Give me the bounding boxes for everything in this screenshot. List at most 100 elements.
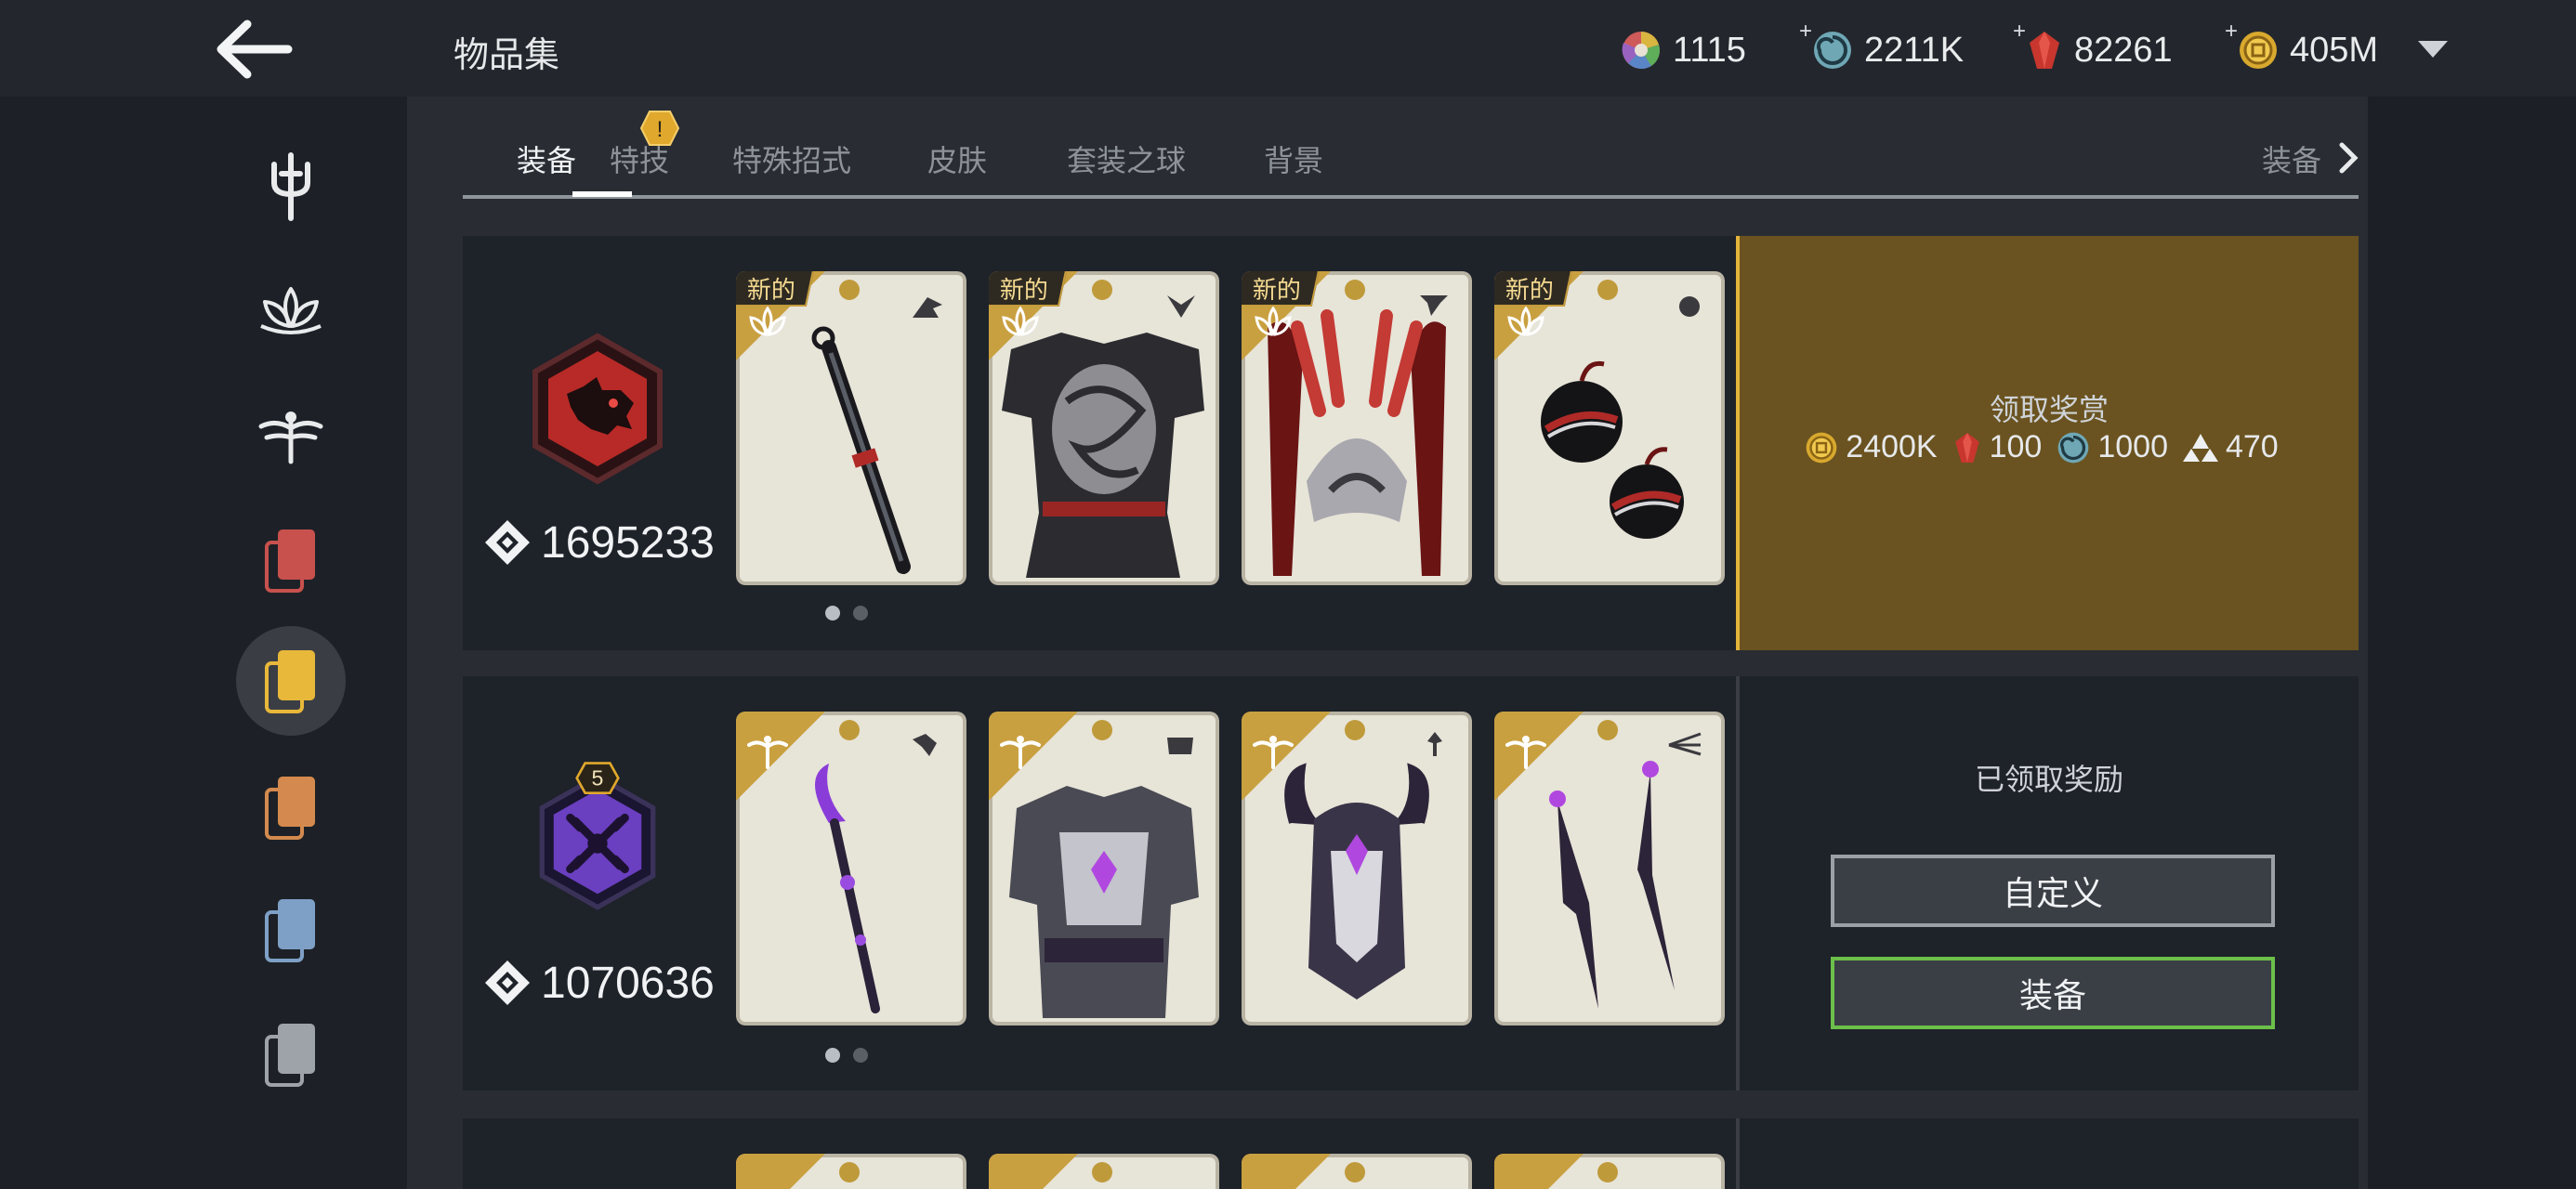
gold-coin-icon: [2240, 32, 2277, 69]
customize-button[interactable]: 自定义: [1831, 855, 2275, 927]
plus-icon[interactable]: +: [1799, 19, 1812, 45]
emblem-level: 5: [592, 766, 604, 790]
plus-icon[interactable]: +: [2225, 19, 2238, 45]
throwing-slot-icon: [1668, 732, 1702, 756]
dragonfly-icon: [1253, 736, 1294, 769]
currency-value: 405M: [2290, 30, 2379, 70]
sidebar-item-lotus[interactable]: [236, 256, 346, 366]
purple-crossed-emblem-icon: 5: [539, 762, 656, 910]
currency-value: 1115: [1673, 30, 1746, 70]
page-dot: [853, 1048, 868, 1063]
set-row-partial: [463, 1118, 2359, 1189]
top-bar: 物品集 1115 + 2211K + 82261 + 405M: [0, 0, 2576, 97]
red-gem-icon: [1954, 432, 1979, 463]
reward-orbs-value: 1000: [2097, 429, 2168, 464]
sidebar-item-yellow-cards[interactable]: [236, 626, 346, 736]
currency-gems[interactable]: + 82261: [2013, 19, 2173, 76]
triangle-shards-icon: [2182, 433, 2218, 462]
item-card-weapon[interactable]: [736, 712, 966, 1026]
bomb-slot-icon: [1679, 296, 1700, 317]
lotus-icon: [749, 307, 786, 336]
lotus-icon: [1255, 307, 1292, 336]
reward-list: 2400K 100 1000 470: [1740, 429, 2359, 465]
red-gem-icon: [2030, 32, 2059, 69]
tab-skins[interactable]: 皮肤: [927, 137, 987, 180]
item-card-chest-armor[interactable]: [989, 712, 1219, 1026]
sidebar-item-red-cards[interactable]: [236, 505, 346, 615]
tab-special-moves[interactable]: 特殊招式: [732, 137, 851, 180]
reward-gems-value: 100: [1989, 429, 2043, 464]
item-card-bombs[interactable]: 新的: [1494, 271, 1725, 585]
item-card-weapon[interactable]: 新的: [736, 271, 966, 585]
currency-colors: 1115: [1621, 24, 1746, 76]
power-diamond-icon: [485, 960, 530, 1005]
tab-backgrounds[interactable]: 背景: [1264, 137, 1323, 180]
item-card-helmet[interactable]: 新的: [1242, 271, 1472, 585]
item-card-helmet[interactable]: [1242, 712, 1472, 1026]
dragonfly-icon: [1000, 736, 1041, 769]
item-card-kunai[interactable]: [1494, 712, 1725, 1026]
sidebar-item-blue-cards[interactable]: [236, 875, 346, 985]
claim-reward-panel[interactable]: 领取奖赏 2400K 100 1000 470: [1736, 236, 2359, 650]
red-boar-emblem-icon: [532, 333, 663, 485]
item-card[interactable]: [1494, 1154, 1725, 1189]
item-card[interactable]: [989, 1154, 1219, 1189]
new-tag: 新的: [1242, 271, 1321, 307]
set-actions-panel: 已领取奖励 自定义 装备: [1736, 676, 2359, 1091]
red-cards-icon: [265, 529, 315, 593]
power-diamond-icon: [485, 520, 530, 565]
page-indicator: [825, 1048, 881, 1066]
page-dot-active: [825, 606, 840, 621]
weapon-slot-icon: [913, 297, 942, 318]
grey-cards-icon: [265, 1024, 315, 1087]
trident-icon: [271, 152, 310, 221]
reward-coins-value: 2400K: [1846, 429, 1938, 464]
helmet-slot-icon: [1420, 295, 1448, 316]
lotus-icon: [1507, 307, 1544, 336]
tab-skills[interactable]: 特技: [610, 137, 669, 180]
dragonfly-icon: [1505, 736, 1546, 769]
color-wheel-icon: [1622, 32, 1661, 70]
sidebar-item-dragonfly[interactable]: [236, 381, 346, 490]
reward-claimed-text: 已领取奖励: [1974, 763, 2123, 796]
currency-orbs[interactable]: + 2211K: [1799, 19, 1965, 76]
back-arrow-icon[interactable]: [210, 17, 294, 82]
currency-coins[interactable]: + 405M: [2225, 19, 2379, 76]
yellow-cards-icon: [265, 650, 315, 713]
chevron-right-icon[interactable]: [2334, 139, 2362, 176]
new-tag: 新的: [989, 271, 1068, 307]
tab-set-orbs[interactable]: 套装之球: [1067, 137, 1186, 180]
lotus-icon: [260, 287, 322, 334]
equip-button[interactable]: 装备: [1831, 957, 2275, 1029]
lotus-icon: [1002, 307, 1039, 336]
spiral-orb-icon: [2057, 432, 2089, 463]
set-row: 5 1070636 已领取奖励 自定义 装备: [463, 676, 2359, 1091]
claim-reward-title: 领取奖赏: [1989, 393, 2109, 426]
item-card[interactable]: [1242, 1154, 1472, 1189]
plus-icon[interactable]: +: [2013, 19, 2026, 45]
weapon-slot-icon: [913, 734, 937, 756]
chevron-down-icon[interactable]: [2414, 35, 2451, 63]
sidebar-item-orange-cards[interactable]: [236, 752, 346, 862]
item-card[interactable]: [736, 1154, 966, 1189]
blue-cards-icon: [265, 899, 315, 962]
power-score: 1070636: [483, 955, 715, 1011]
helmet-slot-icon: [1427, 732, 1442, 756]
orange-cards-icon: [265, 777, 315, 840]
new-tag: 新的: [736, 271, 815, 307]
new-tag: 新的: [1494, 271, 1573, 307]
spiral-orb-icon: [1814, 32, 1851, 69]
currency-value: 2211K: [1864, 30, 1965, 70]
reward-shards-value: 470: [2225, 429, 2279, 464]
sidebar-item-trident[interactable]: [236, 132, 346, 242]
sidebar: [0, 97, 407, 1189]
currency-value: 82261: [2074, 30, 2173, 70]
item-card-chest-armor[interactable]: 新的: [989, 271, 1219, 585]
dragonfly-icon: [747, 736, 788, 769]
chest-slot-icon: [1167, 738, 1193, 754]
tab-equipment[interactable]: 装备: [517, 137, 576, 180]
sidebar-item-grey-cards[interactable]: [236, 1000, 346, 1109]
page-dot: [853, 606, 868, 621]
tab-overflow-label[interactable]: 装备: [2262, 137, 2321, 180]
dragonfly-icon: [258, 412, 323, 464]
